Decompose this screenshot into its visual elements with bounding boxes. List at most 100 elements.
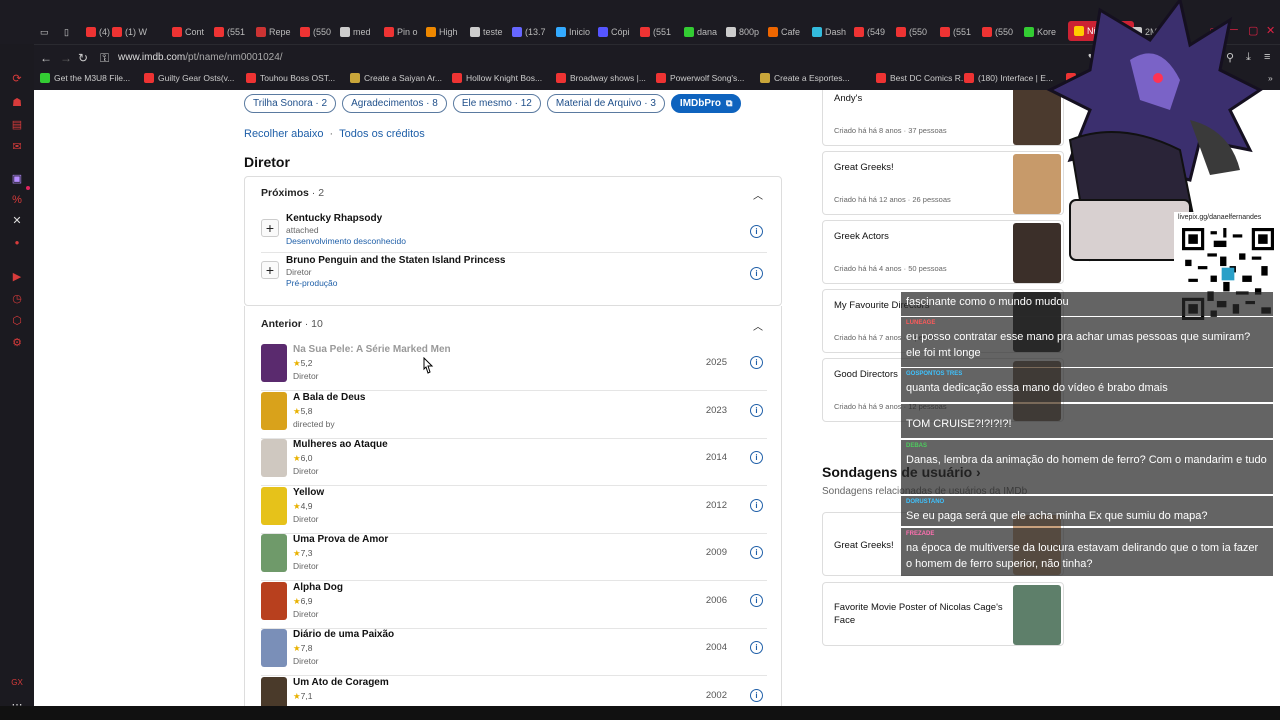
x-icon[interactable]: ✕ xyxy=(9,212,25,228)
browser-tab[interactable]: High xyxy=(426,24,458,40)
upcoming-title[interactable]: Kentucky Rhapsody xyxy=(286,213,382,224)
gx-icon[interactable]: GX xyxy=(9,674,25,690)
bookmark-item[interactable]: Powerwolf Song's... xyxy=(656,73,744,83)
film-row[interactable]: Uma Prova de Amor ★7,3 Diretor 2009 i xyxy=(261,534,767,581)
bookmark-item[interactable]: Touhou Boss OST... xyxy=(246,73,335,83)
bag-icon[interactable]: ☗ xyxy=(9,94,25,110)
film-title[interactable]: Alpha Dog xyxy=(293,582,343,593)
speed-dial-icon[interactable]: ⟳ xyxy=(9,70,25,86)
film-row[interactable]: Alpha Dog ★6,9 Diretor 2006 i xyxy=(261,581,767,629)
chat-icon[interactable]: ▤ xyxy=(9,116,25,132)
bookmark-item[interactable]: Broadway shows |... xyxy=(556,73,646,83)
poster-thumbnail[interactable] xyxy=(261,391,287,430)
upcoming-header[interactable]: Próximos · 2 xyxy=(261,187,324,199)
chevron-up-icon[interactable]: ︿ xyxy=(753,318,763,333)
user-list-card[interactable]: Andy's Criado há há 8 anos · 37 pessoas xyxy=(822,90,1064,146)
upcoming-item[interactable]: + Kentucky Rhapsody attached Desenvolviment… xyxy=(261,213,767,253)
browser-tab[interactable]: Cafe xyxy=(768,24,800,40)
browser-tab[interactable]: (551 xyxy=(940,24,971,40)
film-title[interactable]: Diário de uma Paixão xyxy=(293,629,394,640)
browser-tab[interactable]: Cont xyxy=(172,24,204,40)
info-icon[interactable]: i xyxy=(750,593,763,607)
poster-thumbnail[interactable] xyxy=(261,486,287,525)
settings-icon[interactable]: ⚙ xyxy=(9,334,25,350)
page-icon[interactable]: ▯ xyxy=(64,24,69,40)
all-credits-link[interactable]: Todos os créditos xyxy=(339,128,425,140)
percent-icon[interactable]: % xyxy=(9,192,25,208)
poster-thumbnail[interactable] xyxy=(261,439,287,477)
film-row[interactable]: Yellow ★4,9 Diretor 2012 i xyxy=(261,486,767,534)
browser-tab[interactable]: (551 xyxy=(214,24,245,40)
film-row[interactable]: A Bala de Deus ★5,8 directed by 2023 i xyxy=(261,391,767,439)
film-title[interactable]: Um Ato de Coragem xyxy=(293,677,389,688)
mail-icon[interactable]: ✉ xyxy=(9,138,25,154)
imdbpro-button[interactable]: IMDbPro ⧉ xyxy=(670,94,742,113)
bookmark-item[interactable]: Hollow Knight Bos... xyxy=(452,73,542,83)
bookmark-item[interactable]: Get the M3U8 File... xyxy=(40,73,130,83)
poster-thumbnail[interactable] xyxy=(261,534,287,572)
extensions-icon[interactable]: ⬡ xyxy=(9,312,25,328)
info-icon[interactable]: i xyxy=(750,688,763,702)
browser-tab[interactable]: (13.7 xyxy=(512,24,546,40)
film-row[interactable]: Mulheres ao Ataque ★6,0 Diretor 2014 i xyxy=(261,439,767,486)
poster-thumbnail[interactable] xyxy=(261,581,287,620)
add-watchlist-icon[interactable]: + xyxy=(261,219,279,237)
info-icon[interactable]: i xyxy=(750,225,763,238)
user-list-card[interactable]: Great Greeks! Criado há há 12 anos · 26 p… xyxy=(822,151,1064,215)
film-title[interactable]: A Bala de Deus xyxy=(293,392,365,403)
info-icon[interactable]: i xyxy=(750,356,763,369)
film-row[interactable]: Um Ato de Coragem★7,1Diretor2002i xyxy=(261,676,767,706)
reload-icon[interactable]: ↻ xyxy=(78,51,88,65)
workspace-icon[interactable]: ▭ xyxy=(40,24,49,40)
info-icon[interactable]: i xyxy=(750,641,763,654)
credit-filter-chip[interactable]: Ele mesmo · 12 xyxy=(452,94,541,113)
info-icon[interactable]: i xyxy=(750,267,763,280)
browser-tab[interactable]: Cópi xyxy=(598,24,630,40)
poster-thumbnail[interactable] xyxy=(261,676,287,706)
poster-thumbnail[interactable] xyxy=(261,344,287,382)
film-row[interactable]: Na Sua Pele: A Série Marked Men ★5,2 Diret… xyxy=(261,344,767,391)
bookmark-item[interactable]: Create a Saiyan Ar... xyxy=(350,73,442,83)
user-list-card[interactable]: Greek Actors Criado há há 4 anos · 50 pes… xyxy=(822,220,1064,284)
browser-tab[interactable]: med xyxy=(340,24,371,40)
forward-icon[interactable]: → xyxy=(60,51,72,65)
url-field[interactable]: www.imdb.com/pt/name/nm0001024/ xyxy=(118,52,283,63)
browser-tab[interactable]: teste xyxy=(470,24,503,40)
info-icon[interactable]: i xyxy=(750,403,763,417)
browser-tab[interactable]: Repe xyxy=(256,24,291,40)
browser-tab[interactable]: (551 xyxy=(640,24,671,40)
bookmark-item[interactable]: Best DC Comics R... xyxy=(876,73,968,83)
chevron-up-icon[interactable]: ︿ xyxy=(753,187,763,202)
history-icon[interactable]: ◷ xyxy=(9,290,25,306)
film-row[interactable]: Diário de uma Paixão ★7,8 Diretor 2004 i xyxy=(261,629,767,676)
add-watchlist-icon[interactable]: + xyxy=(261,261,279,279)
back-icon[interactable]: ← xyxy=(40,51,52,65)
browser-tab[interactable]: (550 xyxy=(896,24,927,40)
upcoming-item[interactable]: + Bruno Penguin and the Staten Island Pri… xyxy=(261,255,767,295)
poll-card[interactable]: Favorite Movie Poster of Nicolas Cage's … xyxy=(822,582,1064,646)
previous-header[interactable]: Anterior · 10 xyxy=(261,318,323,330)
collapse-link[interactable]: Recolher abaixo xyxy=(244,128,324,140)
browser-tab[interactable]: 800p xyxy=(726,24,759,40)
film-title[interactable]: Na Sua Pele: A Série Marked Men xyxy=(293,344,451,355)
bookmark-item[interactable]: Create a Esportes... xyxy=(760,73,850,83)
credit-filter-chip[interactable]: Trilha Sonora · 2 xyxy=(244,94,337,113)
info-icon[interactable]: i xyxy=(750,498,763,512)
browser-tab[interactable]: (1) W xyxy=(112,24,147,40)
info-icon[interactable]: i xyxy=(750,546,763,559)
bookmark-item[interactable]: Guilty Gear Osts(v... xyxy=(144,73,234,83)
credit-filter-chip[interactable]: Material de Arquivo · 3 xyxy=(546,94,665,113)
app-icon[interactable]: ● xyxy=(9,234,25,250)
info-icon[interactable]: i xyxy=(750,451,763,464)
browser-tab[interactable]: Dash xyxy=(812,24,846,40)
player-icon[interactable]: ▶ xyxy=(9,268,25,284)
twitch-icon[interactable]: ▣ xyxy=(9,170,25,186)
browser-tab[interactable]: (550 xyxy=(300,24,331,40)
browser-tab[interactable]: Pin o xyxy=(384,24,418,40)
browser-tab[interactable]: dana xyxy=(684,24,717,40)
poster-thumbnail[interactable] xyxy=(261,629,287,667)
film-title[interactable]: Uma Prova de Amor xyxy=(293,534,388,545)
browser-tab[interactable]: (549 xyxy=(854,24,885,40)
site-info-icon[interactable]: ⚿ xyxy=(100,51,109,66)
film-title[interactable]: Yellow xyxy=(293,487,324,498)
